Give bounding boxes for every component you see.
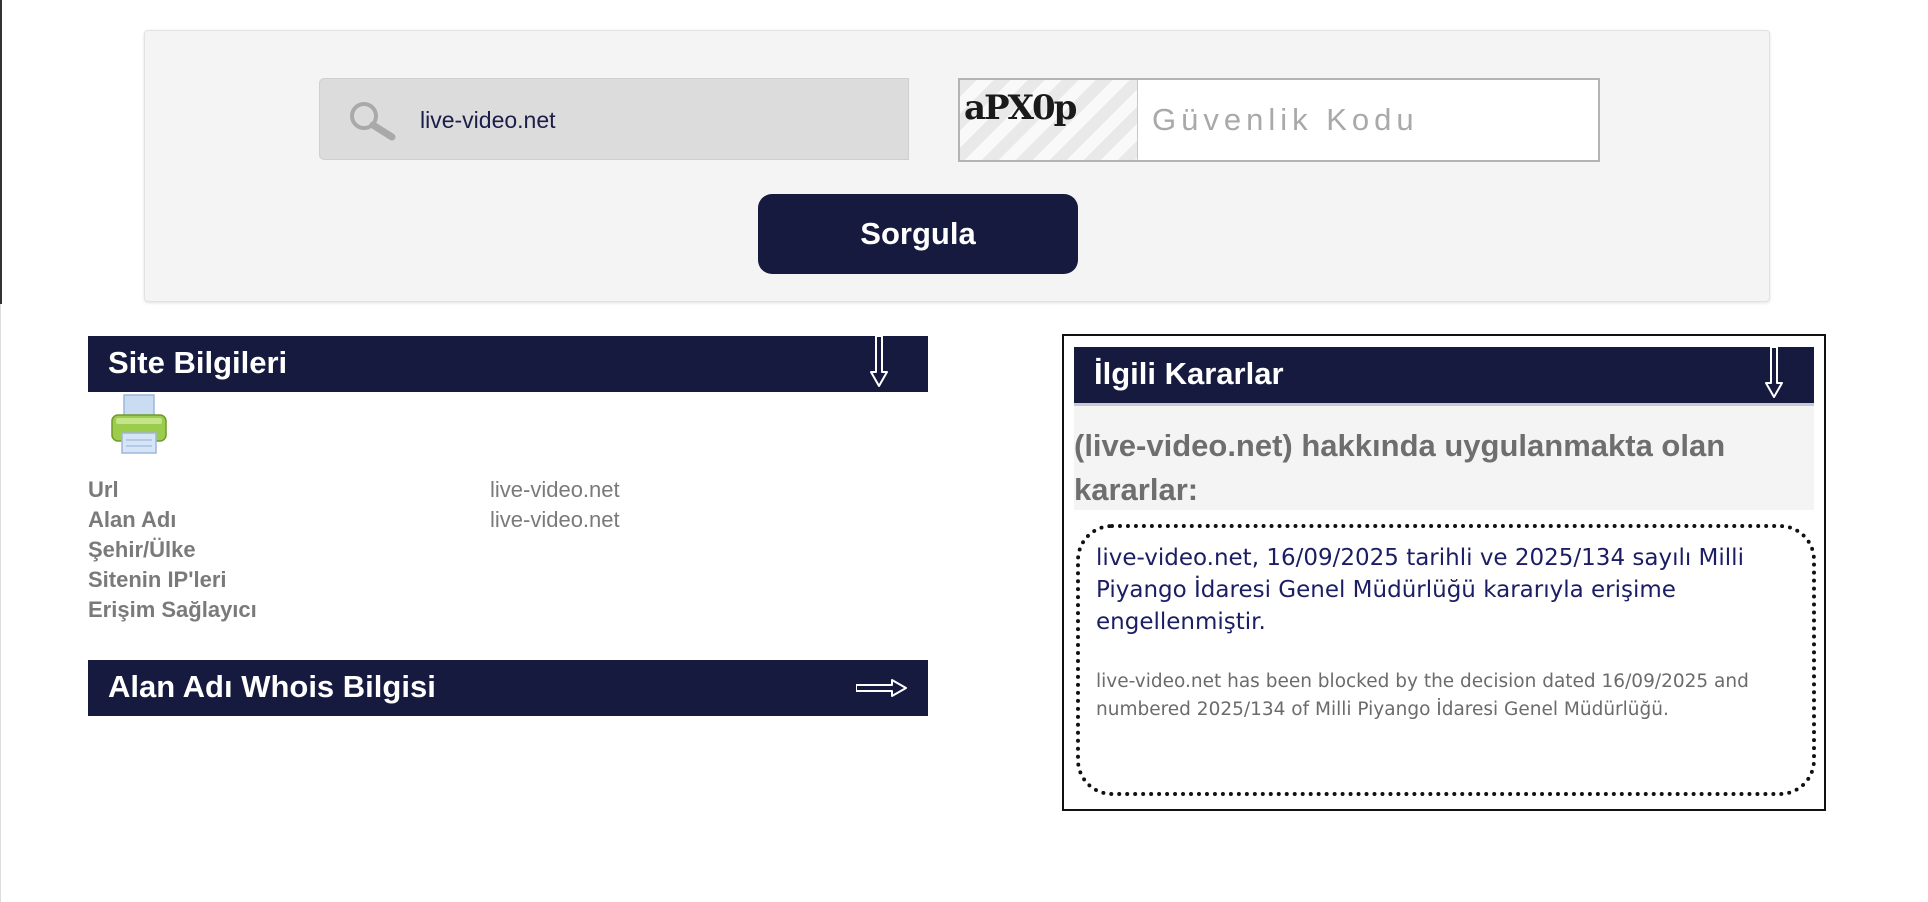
- query-submit-button[interactable]: Sorgula: [758, 194, 1078, 274]
- security-code-input[interactable]: [1142, 80, 1594, 160]
- captcha-image-text: aPX0p: [964, 88, 1077, 128]
- window-edge-line-faint: [0, 304, 1, 902]
- arrow-right-icon[interactable]: [856, 678, 908, 698]
- info-row-city-country: Şehir/Ülke: [88, 537, 928, 567]
- url-search-box: [319, 78, 909, 160]
- related-decisions-title: İlgili Kararlar: [1094, 356, 1284, 391]
- search-icon: [350, 102, 396, 141]
- site-info-title: Site Bilgileri: [108, 345, 288, 380]
- captcha-image: aPX0p: [960, 80, 1138, 160]
- info-value: live-video.net: [490, 507, 620, 532]
- info-row-domain: Alan Adı live-video.net: [88, 507, 928, 537]
- info-label: Url: [88, 477, 119, 502]
- related-decisions-panel: İlgili Kararlar (live-video.net) hakkınd…: [1062, 334, 1826, 811]
- window-edge-line: [0, 0, 2, 304]
- captcha-group: aPX0p: [958, 78, 1600, 162]
- related-decisions-header[interactable]: İlgili Kararlar: [1074, 347, 1814, 403]
- printer-icon[interactable]: [108, 393, 170, 455]
- site-info-header[interactable]: Site Bilgileri: [88, 336, 928, 392]
- search-panel: aPX0p Sorgula: [144, 30, 1770, 302]
- info-label: Erişim Sağlayıcı: [88, 597, 257, 622]
- decision-text-turkish: live-video.net, 16/09/2025 tarihli ve 20…: [1096, 545, 1744, 635]
- site-info-table: Url live-video.net Alan Adı live-video.n…: [88, 477, 928, 627]
- arrow-down-icon[interactable]: [1764, 347, 1784, 399]
- whois-title: Alan Adı Whois Bilgisi: [108, 669, 436, 704]
- decision-text-english: live-video.net has been blocked by the d…: [1096, 671, 1749, 720]
- info-label: Şehir/Ülke: [88, 537, 196, 562]
- info-row-ips: Sitenin IP'leri: [88, 567, 928, 597]
- info-row-url: Url live-video.net: [88, 477, 928, 507]
- info-label: Alan Adı: [88, 507, 177, 532]
- url-search-input[interactable]: [420, 99, 890, 141]
- info-label: Sitenin IP'leri: [88, 567, 227, 592]
- decisions-intro-heading: (live-video.net) hakkında uygulanmakta o…: [1074, 428, 1726, 507]
- info-row-provider: Erişim Sağlayıcı: [88, 597, 928, 627]
- info-value: live-video.net: [490, 477, 620, 502]
- whois-header[interactable]: Alan Adı Whois Bilgisi: [88, 660, 928, 716]
- decision-item: live-video.net, 16/09/2025 tarihli ve 20…: [1076, 524, 1816, 796]
- arrow-down-icon[interactable]: [869, 336, 889, 388]
